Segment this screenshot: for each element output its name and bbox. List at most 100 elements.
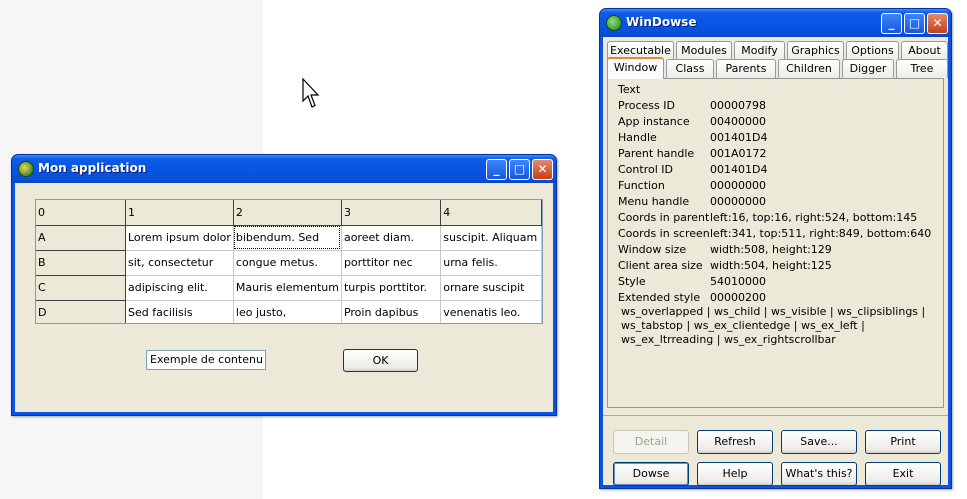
field-value: 001A0172 bbox=[710, 147, 767, 160]
grid-fixed-cell[interactable]: B bbox=[36, 250, 126, 276]
field-label: Menu handle bbox=[618, 195, 690, 208]
field-label: Function bbox=[618, 179, 665, 192]
dowse-button[interactable]: Dowse bbox=[613, 462, 689, 486]
field-value: 00000798 bbox=[710, 99, 766, 112]
field-value: 00000200 bbox=[710, 291, 766, 304]
tab-options[interactable]: Options bbox=[846, 41, 899, 60]
minimize-icon[interactable]: _ bbox=[486, 159, 507, 180]
tab-about[interactable]: About bbox=[901, 41, 948, 60]
table-row: 01234 bbox=[36, 200, 542, 226]
grid-cell[interactable]: Sed facilisis bbox=[125, 300, 234, 323]
window-info-panel: Text Process ID 00000798 App instance 004000… bbox=[607, 78, 944, 408]
field-label: App instance bbox=[618, 115, 690, 128]
field-label: Client area size bbox=[618, 259, 703, 272]
grid-cell[interactable]: aoreet diam. bbox=[341, 225, 442, 251]
table-row: Cadipiscing elit. Mauris elementum turpis … bbox=[36, 275, 542, 301]
mon-application-window: Mon application _ □ ✕ 0 1 2 3 4 A Lorem ipsum … bbox=[11, 154, 557, 416]
app-icon bbox=[18, 161, 34, 177]
table-row: Bsit, consectetur congue metus. porttitor … bbox=[36, 250, 542, 276]
button-panel: Detail Refresh Save... Print Dowse Help … bbox=[603, 415, 948, 495]
grid-fixed-cell[interactable]: 3 bbox=[341, 200, 442, 226]
grid-cell[interactable]: suscipit. Aliquam bbox=[440, 225, 542, 251]
minimize-icon[interactable]: _ bbox=[881, 13, 902, 34]
grid-fixed-cell[interactable]: 0 bbox=[36, 200, 126, 226]
grid-cell[interactable]: urna felis. bbox=[440, 250, 542, 276]
field-value: 00000000 bbox=[710, 179, 766, 192]
grid-cell[interactable]: venenatis leo. bbox=[440, 300, 542, 323]
grid-cell[interactable]: turpis porttitor. bbox=[341, 275, 442, 301]
help-button[interactable]: Help bbox=[697, 462, 773, 486]
field-label: Text bbox=[618, 83, 641, 96]
grid-fixed-cell[interactable]: D bbox=[36, 300, 126, 323]
grid-fixed-cell[interactable]: C bbox=[36, 275, 126, 301]
grid-cell[interactable]: leo justo, bbox=[233, 300, 342, 323]
refresh-button[interactable]: Refresh bbox=[697, 430, 773, 454]
field-label: Style bbox=[618, 275, 646, 288]
maximize-icon[interactable]: □ bbox=[904, 13, 925, 34]
field-label: Handle bbox=[618, 131, 657, 144]
field-value: width:508, height:129 bbox=[710, 243, 832, 256]
windowse-title: WinDowse bbox=[626, 15, 697, 29]
style-flags-text: ws_overlapped | ws_child | ws_visible | … bbox=[621, 305, 926, 346]
field-value: width:504, height:125 bbox=[710, 259, 832, 272]
field-label: Window size bbox=[618, 243, 687, 256]
grid-fixed-cell[interactable]: 2 bbox=[233, 200, 342, 226]
whats-this-button[interactable]: What's this? bbox=[781, 462, 857, 486]
maximize-icon[interactable]: □ bbox=[509, 159, 530, 180]
close-icon[interactable]: ✕ bbox=[532, 159, 553, 180]
content-edit-field[interactable]: Exemple de contenu bbox=[146, 350, 266, 370]
field-value: 001401D4 bbox=[710, 131, 768, 144]
print-button[interactable]: Print bbox=[865, 430, 941, 454]
tab-graphics[interactable]: Graphics bbox=[787, 41, 844, 60]
field-value: 001401D4 bbox=[710, 163, 768, 176]
tab-parents[interactable]: Parents bbox=[716, 59, 776, 78]
grid-cell[interactable]: congue metus. bbox=[233, 250, 342, 276]
grid-cell[interactable]: sit, consectetur bbox=[125, 250, 234, 276]
app-title: Mon application bbox=[38, 161, 147, 175]
grid-cell[interactable]: Proin dapibus bbox=[341, 300, 442, 323]
detail-button[interactable]: Detail bbox=[613, 430, 689, 454]
tab-children[interactable]: Children bbox=[778, 59, 840, 78]
field-label: Control ID bbox=[618, 163, 673, 176]
grid-fixed-cell[interactable]: 4 bbox=[440, 200, 542, 226]
grid-cell[interactable]: ornare suscipit bbox=[440, 275, 542, 301]
tab-tree[interactable]: Tree bbox=[896, 59, 948, 78]
tab-class[interactable]: Class bbox=[666, 59, 714, 78]
field-value: left:341, top:511, right:849, bottom:640 bbox=[710, 227, 932, 240]
close-icon[interactable]: ✕ bbox=[927, 13, 948, 34]
windowse-client-area: Executable Modules Modify Graphics Optio… bbox=[603, 37, 948, 486]
table-row: A Lorem ipsum dolor bibendum. Sed aoreet di… bbox=[36, 225, 542, 251]
field-value: 54010000 bbox=[710, 275, 766, 288]
grid-cell[interactable]: bibendum. Sed bbox=[233, 225, 342, 251]
tab-window[interactable]: Window bbox=[607, 57, 664, 79]
tab-modules[interactable]: Modules bbox=[676, 41, 732, 60]
tab-strip: Executable Modules Modify Graphics Optio… bbox=[605, 41, 948, 79]
grid-cell[interactable]: porttitor nec bbox=[341, 250, 442, 276]
field-value: 00400000 bbox=[710, 115, 766, 128]
save-button[interactable]: Save... bbox=[781, 430, 857, 454]
grid-fixed-cell[interactable]: 1 bbox=[125, 200, 234, 226]
grid-cell[interactable]: adipiscing elit. bbox=[125, 275, 234, 301]
windowse-app-icon bbox=[606, 15, 622, 31]
field-value: left:16, top:16, right:524, bottom:145 bbox=[710, 211, 918, 224]
grid-cell[interactable]: Lorem ipsum dolor bbox=[125, 225, 234, 251]
ok-button[interactable]: OK bbox=[343, 349, 418, 372]
field-label: Coords in parent bbox=[618, 211, 710, 224]
field-label: Parent handle bbox=[618, 147, 695, 160]
tab-digger[interactable]: Digger bbox=[842, 59, 894, 78]
tab-modify[interactable]: Modify bbox=[734, 41, 785, 60]
field-label: Extended style bbox=[618, 291, 701, 304]
field-value: 00000000 bbox=[710, 195, 766, 208]
grid-fixed-cell[interactable]: A bbox=[36, 225, 126, 251]
mouse-pointer-icon bbox=[302, 77, 320, 108]
field-label: Process ID bbox=[618, 99, 675, 112]
windowse-titlebar[interactable]: WinDowse _ □ ✕ bbox=[600, 9, 951, 37]
string-grid[interactable]: 0 1 2 3 4 A Lorem ipsum dolor bibendum. Sed aore… bbox=[35, 199, 543, 324]
field-label: Coords in screen bbox=[618, 227, 710, 240]
app-titlebar[interactable]: Mon application _ □ ✕ bbox=[12, 155, 556, 183]
app-client-area: 0 1 2 3 4 A Lorem ipsum dolor bibendum. Sed aore… bbox=[15, 183, 553, 412]
grid-table: 0 1 2 3 4 A Lorem ipsum dolor bibendum. Sed aore… bbox=[36, 200, 542, 323]
exit-button[interactable]: Exit bbox=[865, 462, 941, 486]
table-row: D Sed facilisis leo justo, Proin dapibus ven… bbox=[36, 300, 542, 323]
grid-cell[interactable]: Mauris elementum bbox=[233, 275, 342, 301]
